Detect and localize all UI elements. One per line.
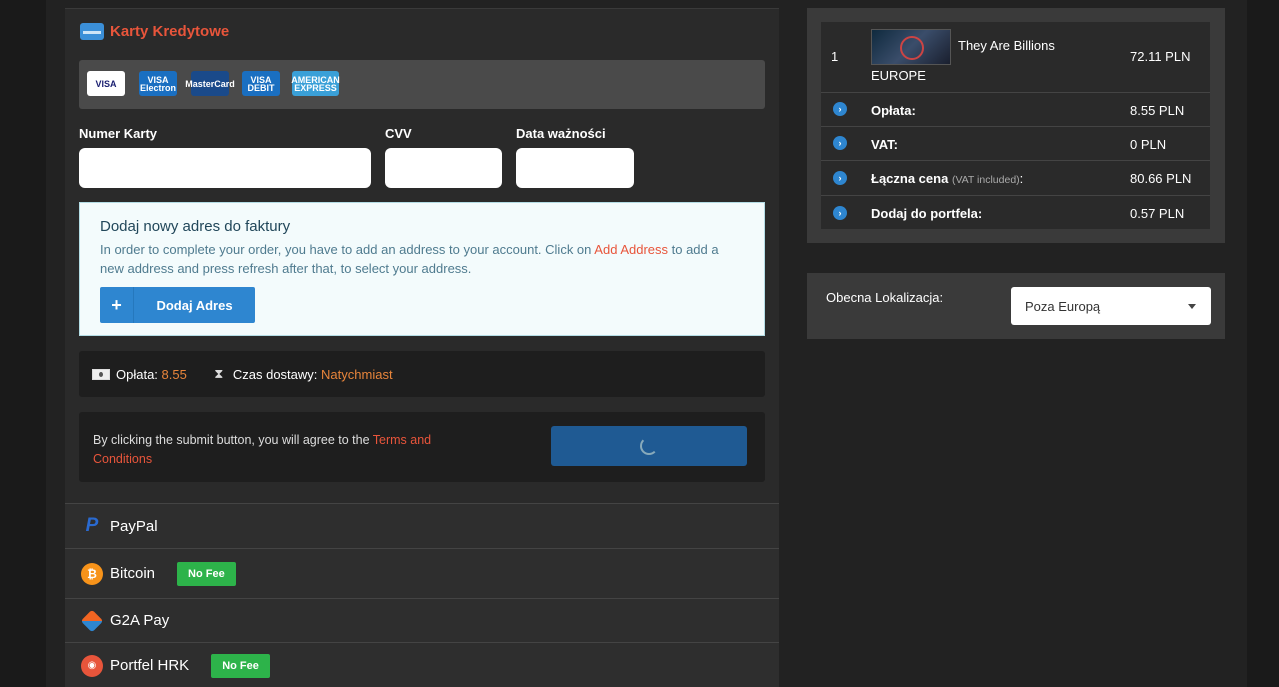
cvv-input[interactable] (385, 148, 502, 188)
visa-logo: VISA (87, 71, 125, 96)
delivery-label: Czas dostawy: (232, 366, 318, 382)
payment-method-paypal[interactable]: P PayPal (65, 503, 779, 548)
order-summary-table: 1 They Are Billions EUROPE 72.11 PLN › O… (821, 22, 1210, 229)
chevron-right-icon[interactable]: › (833, 171, 847, 185)
item-title[interactable]: They Are Billions (958, 38, 1055, 53)
address-title: Dodaj nowy adres do faktury (100, 218, 291, 235)
location-label: Obecna Lokalizacja: (826, 290, 944, 305)
summary-row-wallet: › Dodaj do portfela: 0.57 PLN (821, 196, 1210, 229)
card-logos-bar: VISA VISA Electron MasterCard VISA DEBIT… (79, 60, 765, 109)
payment-method-label: PayPal (110, 517, 158, 535)
summary-value: 80.66 PLN (1130, 171, 1192, 186)
summary-label: Dodaj do portfela: (871, 206, 983, 221)
terms-notice: By clicking the submit button, you will … (93, 433, 432, 466)
hourglass-icon: ⧗ (214, 366, 224, 381)
chevron-right-icon[interactable]: › (833, 206, 847, 220)
game-thumbnail (871, 29, 951, 65)
summary-value: 0 PLN (1130, 137, 1167, 152)
chevron-right-icon[interactable]: › (833, 136, 847, 150)
wallet-icon: ◉ (81, 654, 103, 677)
no-fee-badge: No Fee (177, 561, 236, 586)
credit-cards-header[interactable]: Karty Kredytowe (80, 23, 229, 40)
delivery-value: Natychmiast (321, 366, 393, 382)
credit-cards-title: Karty Kredytowe (110, 23, 230, 40)
loading-spinner-icon (640, 437, 658, 455)
summary-row-fee: › Opłata: 8.55 PLN (821, 93, 1210, 127)
summary-value: 0.57 PLN (1130, 206, 1185, 221)
order-summary-panel: 1 They Are Billions EUROPE 72.11 PLN › O… (807, 8, 1225, 243)
fee-value: 8.55 (161, 366, 187, 382)
cvv-label: CVV (385, 126, 412, 141)
fee-label: Opłata: (116, 366, 158, 382)
fee-delivery-bar: Opłata: 8.55 ⧗ Czas dostawy: Natychmiast (79, 351, 765, 397)
item-region: EUROPE (871, 68, 926, 83)
g2a-pay-icon (80, 609, 104, 632)
paypal-icon: P (85, 515, 99, 536)
visa-electron-logo: VISA Electron (139, 71, 177, 96)
expiry-label: Data ważności (516, 126, 606, 141)
location-select[interactable]: Poza Europą (1011, 287, 1211, 325)
bitcoin-icon: ₿ (81, 562, 103, 585)
no-fee-badge: No Fee (211, 653, 270, 678)
payment-method-g2a-pay[interactable]: G2A Pay (65, 598, 779, 642)
location-panel: Obecna Lokalizacja: Poza Europą (807, 273, 1225, 339)
order-item-row: 1 They Are Billions EUROPE 72.11 PLN (821, 22, 1210, 93)
credit-card-icon (80, 23, 104, 40)
summary-label: Łączna cena (VAT included): (871, 171, 1024, 186)
summary-label: VAT: (871, 137, 898, 152)
add-address-link[interactable]: Add Address (594, 242, 668, 257)
summary-value: 8.55 PLN (1130, 103, 1185, 118)
card-number-input[interactable] (79, 148, 371, 188)
payment-method-bitcoin[interactable]: ₿ Bitcoin No Fee (65, 548, 779, 598)
payment-method-label: Bitcoin (110, 565, 156, 582)
card-number-label: Numer Karty (79, 126, 158, 141)
chevron-right-icon[interactable]: › (833, 102, 847, 116)
expiry-input[interactable] (516, 148, 634, 188)
item-quantity: 1 (831, 49, 839, 64)
item-price: 72.11 PLN (1130, 49, 1191, 64)
banknote-icon (92, 368, 110, 380)
payment-method-label: G2A Pay (110, 612, 170, 629)
add-address-button-label: Dodaj Adres (156, 297, 233, 313)
visa-debit-logo: VISA DEBIT (242, 71, 280, 96)
summary-row-total: › Łączna cena (VAT included): 80.66 PLN (821, 161, 1210, 196)
summary-label: Opłata: (871, 103, 916, 118)
address-instructions: In order to complete your order, you hav… (100, 242, 719, 276)
payment-method-portfel-hrk[interactable]: ◉ Portfel HRK No Fee (65, 642, 779, 687)
add-address-box: Dodaj nowy adres do faktury In order to … (79, 202, 765, 336)
submit-bar: By clicking the submit button, you will … (79, 412, 765, 482)
payment-method-label: Portfel HRK (110, 657, 190, 674)
caret-down-icon (1188, 304, 1196, 309)
american-express-logo: AMERICAN EXPRESS (291, 71, 340, 96)
location-selected-value: Poza Europą (1025, 298, 1101, 314)
submit-button[interactable] (551, 426, 747, 466)
add-address-button[interactable]: + Dodaj Adres (100, 287, 255, 323)
plus-icon: + (100, 287, 134, 323)
mastercard-logo: MasterCard (185, 71, 235, 96)
summary-row-vat: › VAT: 0 PLN (821, 127, 1210, 161)
payment-panel: Karty Kredytowe VISA VISA Electron Maste… (65, 8, 779, 687)
